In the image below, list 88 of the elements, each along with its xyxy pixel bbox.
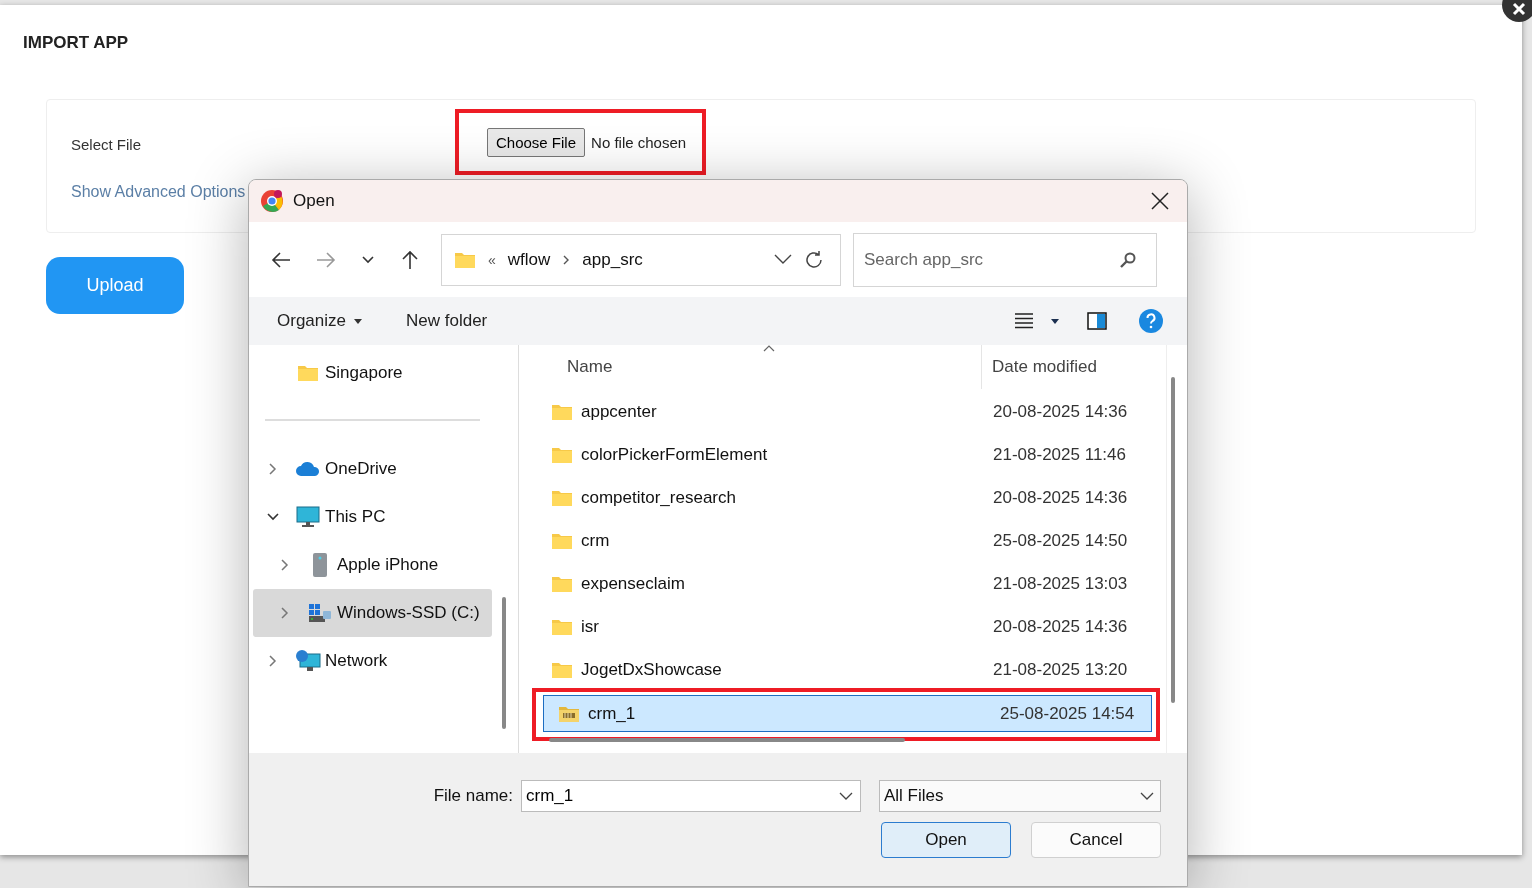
scrollbar-thumb[interactable]	[1171, 377, 1175, 703]
help-icon[interactable]	[1139, 309, 1163, 333]
chevron-down-icon	[1140, 792, 1154, 800]
nav-item[interactable]: OneDrive	[253, 445, 492, 493]
file-name: competitor_research	[581, 487, 737, 508]
date-cell: 20-08-2025 14:36	[993, 487, 1128, 508]
folder-icon	[551, 488, 573, 507]
file-row[interactable]: competitor_research 20-08-2025 14:36	[536, 479, 1156, 516]
breadcrumb-item[interactable]: app_src	[582, 249, 643, 270]
date-cell: 21-08-2025 13:20	[993, 659, 1128, 680]
chevron-down-icon[interactable]	[774, 254, 792, 265]
folder-icon	[551, 617, 573, 636]
date-cell: 21-08-2025 13:03	[993, 573, 1128, 594]
date-cell: 25-08-2025 14:50	[993, 530, 1128, 551]
chevron-right-icon	[562, 253, 571, 266]
folder-icon	[551, 531, 573, 550]
caret-icon[interactable]	[1051, 318, 1059, 324]
chevron-right-icon[interactable]	[268, 462, 278, 476]
overflow-marker[interactable]: «	[488, 251, 496, 268]
cancel-button[interactable]: Cancel	[1031, 822, 1161, 858]
preview-pane-icon[interactable]	[1087, 312, 1107, 330]
folder-icon	[551, 445, 573, 464]
chevron-down-icon[interactable]	[266, 512, 280, 522]
chevron-right-icon[interactable]	[280, 558, 290, 572]
file-name: crm	[581, 530, 611, 551]
refresh-icon[interactable]	[804, 249, 824, 270]
breadcrumb-item[interactable]: wflow	[507, 249, 551, 270]
file-row[interactable]: expenseclaim 21-08-2025 13:03	[536, 565, 1156, 602]
file-row[interactable]: crm_1 25-08-2025 14:54	[543, 695, 1152, 732]
nav-item[interactable]: Apple iPhone	[253, 541, 492, 589]
file-row[interactable]: colorPickerFormElement 21-08-2025 11:46	[536, 436, 1156, 473]
file-name: appcenter	[581, 401, 658, 422]
file-name: JogetDxShowcase	[581, 659, 723, 680]
folder-icon	[551, 660, 573, 679]
date-cell: 20-08-2025 14:36	[993, 616, 1128, 637]
network-icon	[295, 649, 321, 673]
file-name: crm_1	[588, 703, 637, 724]
dialog-title: Open	[293, 191, 335, 211]
column-header[interactable]: Name	[567, 357, 981, 377]
file-name: isr	[581, 616, 600, 637]
view-list-icon[interactable]	[1015, 313, 1033, 329]
file-name-label: File name:	[433, 786, 513, 806]
choose-file-button[interactable]: Choose File	[487, 127, 586, 157]
file-row[interactable]: JogetDxShowcase 21-08-2025 13:20	[536, 651, 1156, 688]
search-icon	[1119, 250, 1137, 269]
up-icon[interactable]	[400, 249, 420, 270]
chevron-right-icon[interactable]	[280, 606, 290, 620]
field-label: Select File	[71, 136, 143, 153]
folder-icon	[297, 364, 319, 382]
file-type-dropdown[interactable]: All Files	[879, 780, 1161, 812]
zip-folder-icon	[558, 704, 580, 723]
file-name: colorPickerFormElement	[581, 444, 769, 465]
address-bar[interactable]: « wflow app_src	[441, 233, 841, 286]
chevron-down-icon	[839, 792, 853, 800]
search-field[interactable]: Search app_src	[853, 232, 1157, 287]
date-cell: 25-08-2025 14:54	[1000, 703, 1135, 724]
open-button[interactable]: Open	[881, 822, 1011, 858]
file-row[interactable]: isr 20-08-2025 14:36	[536, 608, 1156, 645]
file-name: expenseclaim	[581, 573, 686, 594]
browser-icon	[260, 189, 284, 213]
forward-icon[interactable]	[316, 250, 336, 269]
column-header[interactable]: Date modified	[981, 345, 1097, 389]
organize-menu-button[interactable]: Organize	[269, 307, 370, 335]
scrollbar-thumb[interactable]	[502, 597, 506, 729]
date-cell: 20-08-2025 14:36	[993, 401, 1128, 422]
nav-item[interactable]: Network	[253, 637, 492, 685]
nav-item[interactable]: Windows-SSD (C:)	[253, 589, 492, 637]
file-status: No file chosen	[591, 133, 687, 151]
folder-icon	[551, 574, 573, 593]
device-icon	[312, 552, 328, 578]
caret-icon	[354, 318, 362, 324]
scrollbar-thumb[interactable]	[549, 738, 905, 742]
cloud-icon	[295, 461, 321, 477]
file-name-field[interactable]: crm_1	[521, 780, 861, 812]
nav-item[interactable]: Singapore	[253, 349, 492, 397]
chevron-right-icon[interactable]	[268, 654, 278, 668]
folder-icon	[551, 402, 573, 421]
chevron-down-icon[interactable]	[361, 254, 375, 265]
nav-item[interactable]: This PC	[253, 493, 492, 541]
monitor-icon	[296, 506, 320, 528]
file-row[interactable]: crm 25-08-2025 14:50	[536, 522, 1156, 559]
date-cell: 21-08-2025 11:46	[993, 444, 1126, 465]
folder-icon	[454, 250, 476, 269]
drive-icon	[308, 603, 332, 623]
new-folder-button[interactable]: New folder	[398, 307, 496, 335]
page-title: IMPORT APP	[23, 33, 130, 53]
file-row[interactable]: appcenter 20-08-2025 14:36	[536, 393, 1156, 430]
back-icon[interactable]	[271, 250, 291, 269]
